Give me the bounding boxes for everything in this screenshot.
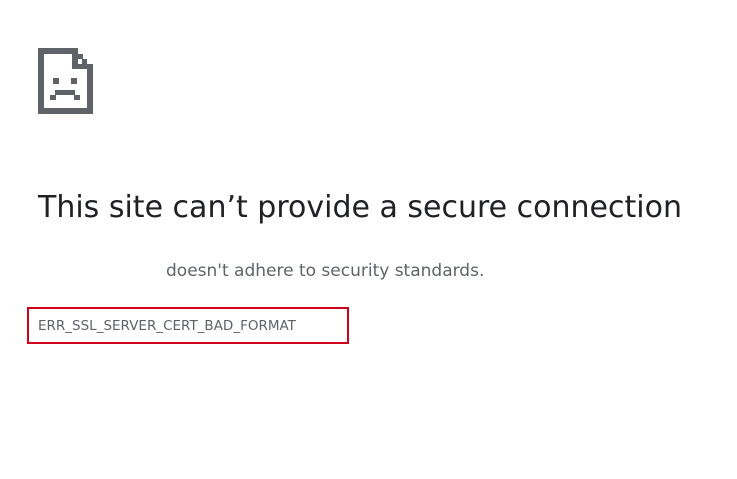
error-explanation: doesn't adhere to security standards. [166, 261, 485, 281]
sad-page-icon [38, 48, 93, 114]
error-code: ERR_SSL_SERVER_CERT_BAD_FORMAT [38, 318, 296, 334]
page-title: This site can’t provide a secure connect… [38, 190, 682, 225]
